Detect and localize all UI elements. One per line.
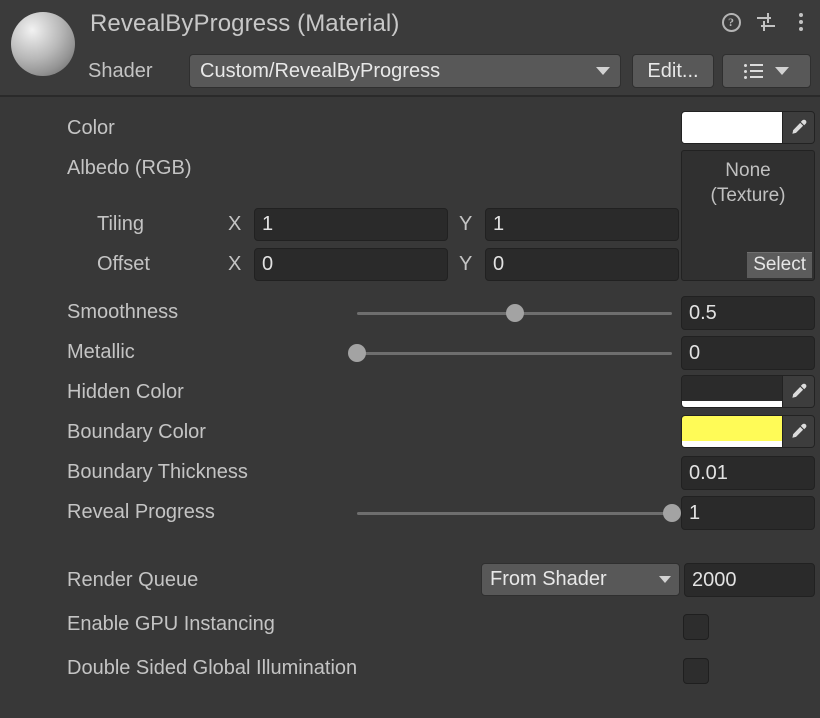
boundary-thickness-input[interactable]: 0.01 xyxy=(681,456,815,490)
boundary-color-alpha-bar xyxy=(682,441,782,447)
hidden-color-alpha-bar xyxy=(682,401,782,407)
boundary-color-label: Boundary Color xyxy=(67,421,206,443)
albedo-select-button[interactable]: Select xyxy=(747,252,812,278)
shader-list-icon xyxy=(744,63,763,79)
albedo-texture-slot[interactable]: None (Texture) Select xyxy=(681,150,815,281)
reveal-progress-input[interactable]: 1 xyxy=(681,496,815,530)
albedo-texture-empty-label: None (Texture) xyxy=(682,158,814,208)
reveal-progress-label: Reveal Progress xyxy=(67,501,215,523)
tiling-x-input[interactable]: 1 xyxy=(254,208,448,241)
double-sided-gi-checkbox[interactable] xyxy=(683,658,709,684)
color-label: Color xyxy=(67,117,115,139)
albedo-label: Albedo (RGB) xyxy=(67,157,192,179)
inspector-header: RevealByProgress (Material) ? Shader Cus… xyxy=(0,0,820,97)
shader-preset-dropdown-button[interactable] xyxy=(722,54,811,88)
tiling-y-input[interactable]: 1 xyxy=(485,208,679,241)
offset-y-input[interactable]: 0 xyxy=(485,248,679,281)
header-icon-group: ? xyxy=(720,11,812,33)
hidden-color-swatch[interactable] xyxy=(682,376,782,407)
shader-dropdown[interactable]: Custom/RevealByProgress xyxy=(189,54,621,88)
boundary-color-eyedropper-button[interactable] xyxy=(782,416,814,447)
more-options-button[interactable] xyxy=(790,11,812,33)
eyedropper-icon xyxy=(792,423,807,438)
help-icon: ? xyxy=(721,12,741,32)
shader-row: Shader Custom/RevealByProgress Edit... xyxy=(0,54,820,90)
offset-label: Offset xyxy=(97,253,150,275)
help-button[interactable]: ? xyxy=(720,11,742,33)
reveal-progress-slider-handle[interactable] xyxy=(663,504,681,522)
gpu-instancing-label: Enable GPU Instancing xyxy=(67,613,275,635)
smoothness-input[interactable]: 0.5 xyxy=(681,296,815,330)
hidden-color-eyedropper-button[interactable] xyxy=(782,376,814,407)
material-inspector: RevealByProgress (Material) ? Shader Cus… xyxy=(0,0,820,718)
offset-y-axis-label: Y xyxy=(459,253,473,275)
metallic-slider-handle[interactable] xyxy=(348,344,366,362)
tiling-y-axis-label: Y xyxy=(459,213,473,235)
metallic-input[interactable]: 0 xyxy=(681,336,815,370)
metallic-slider[interactable] xyxy=(348,344,672,362)
page-title: RevealByProgress (Material) xyxy=(90,10,400,37)
color-eyedropper-button[interactable] xyxy=(782,112,814,143)
chevron-down-icon xyxy=(775,67,789,75)
shader-label: Shader xyxy=(88,60,153,82)
eyedropper-icon xyxy=(792,119,807,134)
boundary-color-field[interactable] xyxy=(681,415,815,448)
reveal-progress-slider[interactable] xyxy=(357,504,681,522)
chevron-down-icon xyxy=(659,576,671,583)
kebab-menu-icon xyxy=(799,13,803,31)
boundary-thickness-label: Boundary Thickness xyxy=(67,461,248,483)
color-field[interactable] xyxy=(681,111,815,144)
color-alpha-bar xyxy=(682,137,782,143)
albedo-texture-value: None xyxy=(725,160,771,181)
offset-x-axis-label: X xyxy=(228,253,242,275)
eyedropper-icon xyxy=(792,383,807,398)
render-queue-input[interactable]: 2000 xyxy=(684,563,815,597)
properties-body: Color Albedo (RGB) None (Texture) Select… xyxy=(0,97,820,716)
double-sided-gi-label: Double Sided Global Illumination xyxy=(67,657,358,679)
smoothness-label: Smoothness xyxy=(67,301,179,323)
hidden-color-label: Hidden Color xyxy=(67,381,184,403)
render-queue-mode-value: From Shader xyxy=(490,568,607,590)
tiling-label: Tiling xyxy=(97,213,145,235)
preset-sliders-icon xyxy=(757,13,775,31)
offset-x-input[interactable]: 0 xyxy=(254,248,448,281)
render-queue-dropdown[interactable]: From Shader xyxy=(481,563,680,596)
smoothness-slider-handle[interactable] xyxy=(505,304,524,322)
tiling-x-axis-label: X xyxy=(228,213,242,235)
shader-dropdown-value: Custom/RevealByProgress xyxy=(200,59,441,82)
albedo-texture-type: (Texture) xyxy=(710,185,786,206)
edit-shader-button[interactable]: Edit... xyxy=(632,54,714,88)
gpu-instancing-checkbox[interactable] xyxy=(683,614,709,640)
boundary-color-swatch[interactable] xyxy=(682,416,782,447)
preset-button[interactable] xyxy=(755,11,777,33)
chevron-down-icon xyxy=(596,67,610,75)
metallic-slider-track xyxy=(357,352,672,355)
color-swatch[interactable] xyxy=(682,112,782,143)
metallic-label: Metallic xyxy=(67,341,135,363)
reveal-progress-slider-track xyxy=(357,512,672,515)
smoothness-slider[interactable] xyxy=(357,304,672,322)
hidden-color-field[interactable] xyxy=(681,375,815,408)
render-queue-label: Render Queue xyxy=(67,569,199,591)
